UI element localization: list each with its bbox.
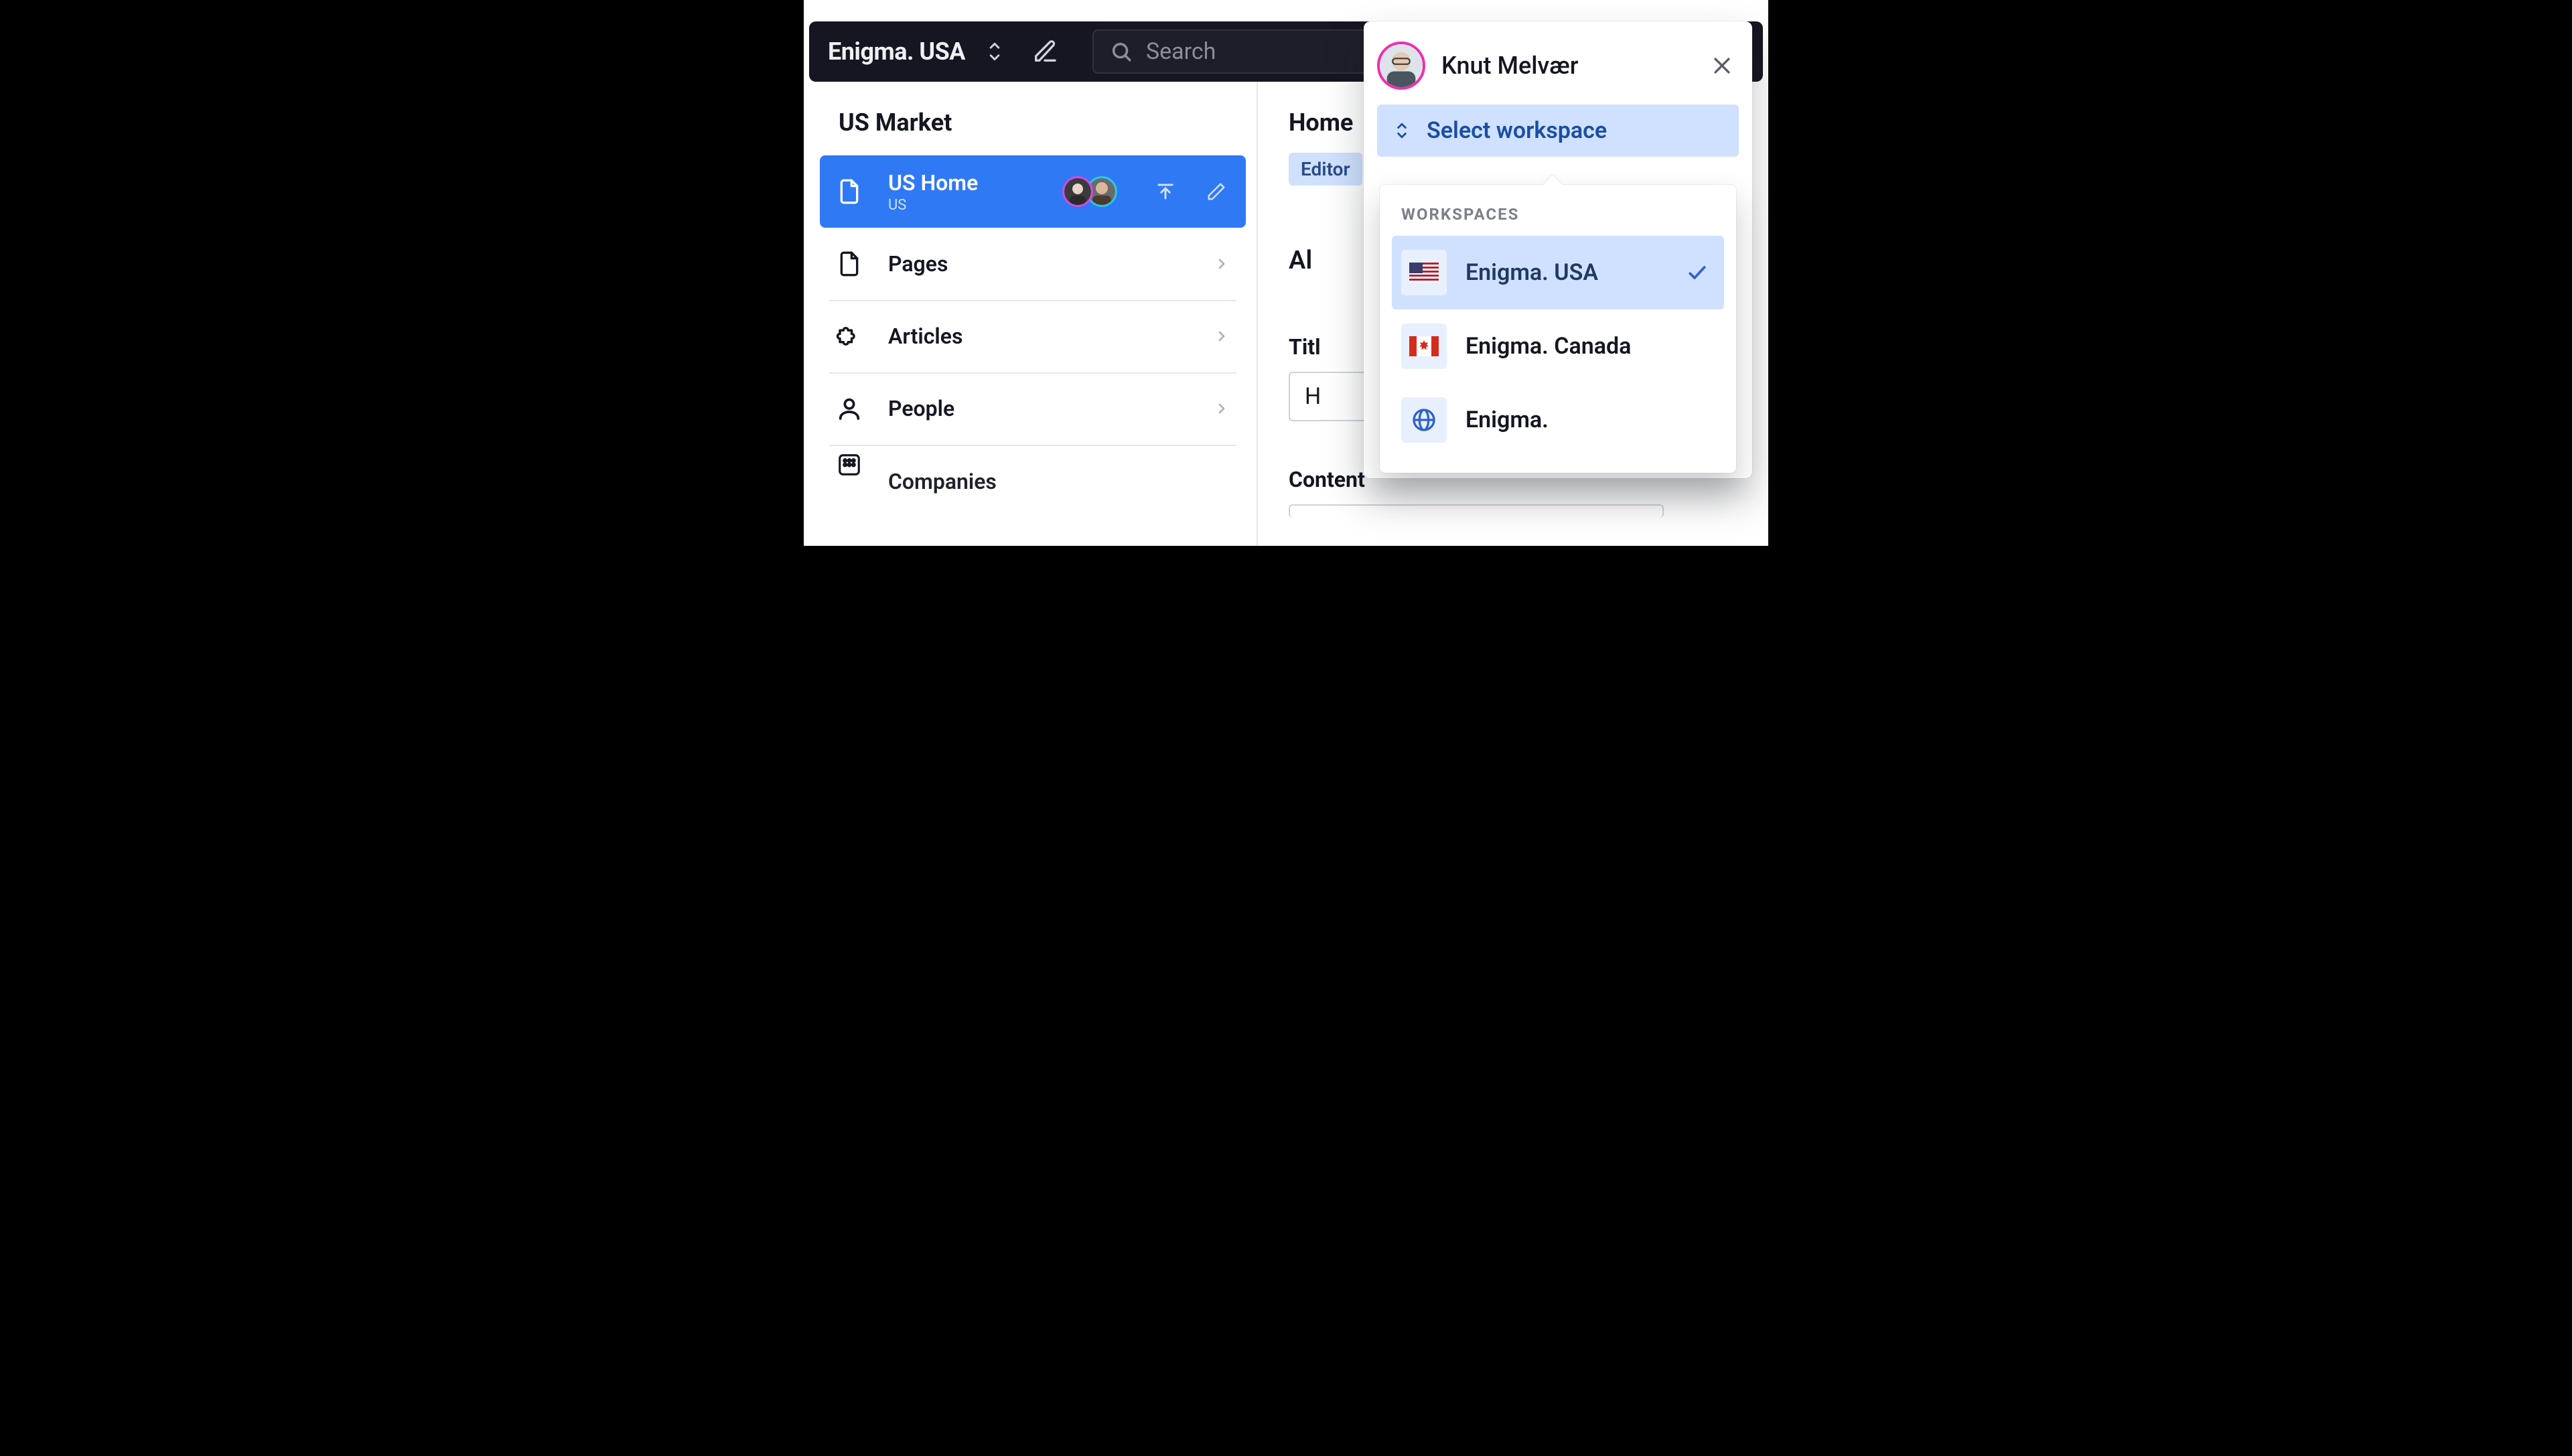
document-icon xyxy=(835,177,864,206)
nav-item-articles[interactable]: Articles xyxy=(820,300,1246,372)
view-mode-badge[interactable]: Editor xyxy=(1289,153,1362,186)
workspace-option-canada[interactable]: Enigma. Canada xyxy=(1392,309,1724,383)
workspace-option-global[interactable]: Enigma. xyxy=(1392,383,1724,457)
compose-button[interactable] xyxy=(1027,33,1063,70)
nav-item-label: Pages xyxy=(888,251,948,277)
user-avatar xyxy=(1377,42,1425,90)
select-workspace-label: Select workspace xyxy=(1427,117,1607,144)
select-workspace-button[interactable]: Select workspace xyxy=(1377,104,1739,157)
chevron-right-icon xyxy=(1214,256,1230,272)
person-icon xyxy=(835,394,864,423)
workspace-option-usa[interactable]: Enigma. USA xyxy=(1392,236,1724,309)
nav-item-pages[interactable]: Pages xyxy=(820,228,1246,300)
workspace-dropdown: WORKSPACES Enigma. USA Enigma. Canada xyxy=(1380,185,1736,473)
nav-item-people[interactable]: People xyxy=(820,372,1246,445)
puzzle-icon xyxy=(835,321,864,351)
presence-avatars xyxy=(1069,176,1117,207)
flag-us-icon xyxy=(1401,250,1447,295)
edit-icon[interactable] xyxy=(1203,178,1230,205)
content-input[interactable] xyxy=(1289,504,1664,518)
publish-icon[interactable] xyxy=(1152,178,1179,205)
close-button[interactable] xyxy=(1711,54,1733,77)
flag-ca-icon xyxy=(1401,323,1447,369)
left-panel: US Market US Home US xyxy=(809,82,1258,546)
nav-item-us-home[interactable]: US Home US xyxy=(820,155,1246,228)
dropdown-section-title: WORKSPACES xyxy=(1392,201,1724,236)
nav-item-label: Articles xyxy=(888,323,962,349)
workspace-name: Enigma. USA xyxy=(828,38,965,66)
chevron-updown-icon xyxy=(1393,119,1411,142)
user-popover: Knut Melvær Select workspace WORKSPACES … xyxy=(1364,21,1752,478)
user-name: Knut Melvær xyxy=(1441,52,1578,80)
document-icon xyxy=(835,249,864,279)
workspace-option-label: Enigma. xyxy=(1466,407,1549,433)
workspace-option-label: Enigma. Canada xyxy=(1466,333,1631,360)
grid-icon xyxy=(835,450,864,480)
nav-item-subtitle: US xyxy=(888,197,978,214)
chevron-right-icon xyxy=(1214,401,1230,417)
search-icon xyxy=(1110,40,1133,63)
nav-item-label: Companies xyxy=(888,469,997,494)
nav-item-label: People xyxy=(888,396,954,421)
panel-title: US Market xyxy=(809,82,1257,155)
chevron-right-icon xyxy=(1214,328,1230,344)
check-icon xyxy=(1687,262,1708,283)
workspace-switch-icon[interactable] xyxy=(981,38,1008,65)
nav-item-title: US Home xyxy=(888,170,978,196)
workspace-option-label: Enigma. USA xyxy=(1466,259,1598,286)
presence-avatar xyxy=(1062,176,1093,207)
nav-item-companies[interactable]: Companies xyxy=(820,445,1246,485)
globe-icon xyxy=(1401,397,1447,443)
